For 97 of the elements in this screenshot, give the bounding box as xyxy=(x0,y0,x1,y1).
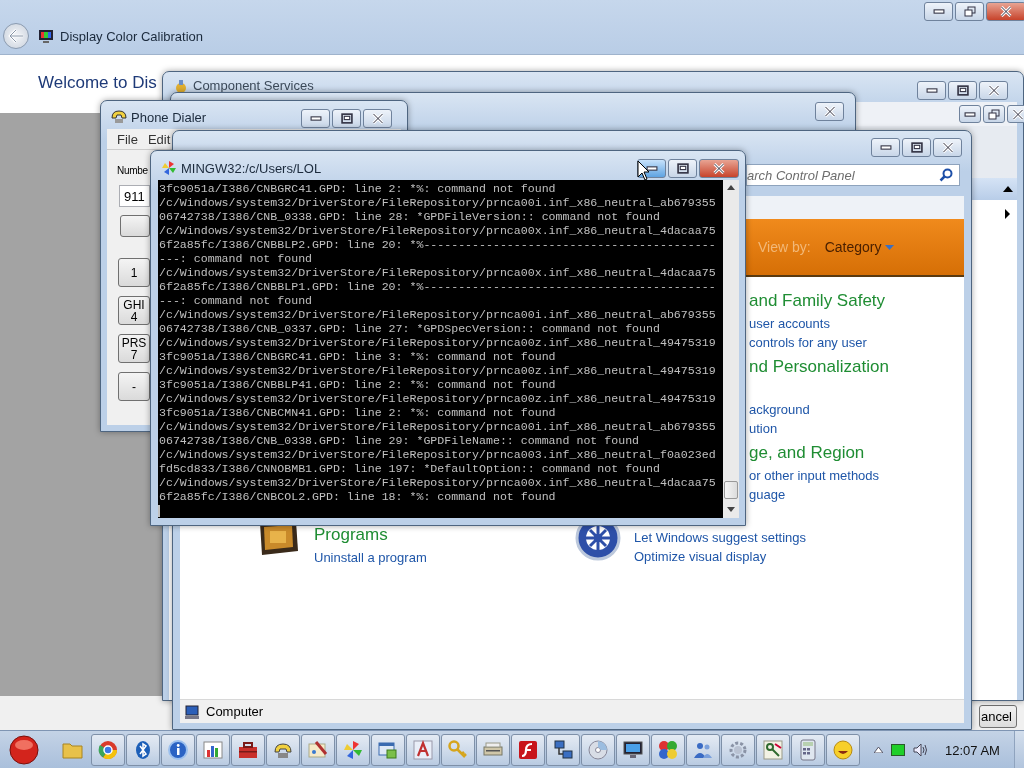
restore-icon xyxy=(963,6,976,17)
close-button[interactable] xyxy=(979,81,1008,100)
category-heading[interactable]: and Family Safety xyxy=(749,291,886,311)
close-icon xyxy=(941,142,954,153)
close-icon xyxy=(371,113,384,124)
info-icon xyxy=(166,738,190,762)
maximize-button[interactable] xyxy=(948,81,977,100)
keys-icon xyxy=(761,738,785,762)
view-by-label: View by: xyxy=(758,239,811,255)
phone-icon xyxy=(110,108,128,124)
menu-item[interactable]: File xyxy=(117,131,138,147)
minimize-icon xyxy=(645,163,658,174)
category-link[interactable]: Uninstall a program xyxy=(314,549,427,566)
clock[interactable]: 12:07 AM xyxy=(945,742,1000,758)
window-title: Phone Dialer xyxy=(131,110,207,125)
window-title: MINGW32:/c/Users/LOL xyxy=(181,161,322,176)
menu-item[interactable]: Edit xyxy=(147,131,171,147)
scrollbar[interactable] xyxy=(723,180,739,518)
window-title: Display Color Calibration xyxy=(60,29,204,44)
smiley-icon xyxy=(831,738,855,762)
restore-icon xyxy=(988,108,1000,120)
expand-icon[interactable] xyxy=(1004,208,1011,220)
taskbar-button[interactable] xyxy=(511,734,545,766)
monitor-icon xyxy=(38,29,54,44)
dial-key[interactable]: - xyxy=(118,372,150,401)
close-button[interactable] xyxy=(986,2,1024,21)
taskbar-button[interactable] xyxy=(126,734,160,766)
status-light-icon[interactable] xyxy=(891,744,905,756)
close-icon xyxy=(1000,6,1012,17)
close-icon xyxy=(987,85,1000,96)
volume-icon[interactable] xyxy=(913,743,929,757)
view-by-dropdown[interactable]: Category xyxy=(824,239,895,255)
category-link[interactable]: controls for any user xyxy=(749,334,886,351)
taskbar-button[interactable] xyxy=(616,734,650,766)
taskbar-button[interactable] xyxy=(756,734,790,766)
maximize-button[interactable] xyxy=(332,109,361,128)
close-button[interactable] xyxy=(363,109,392,128)
category-link[interactable]: ution xyxy=(749,420,889,437)
collapse-icon[interactable] xyxy=(1002,185,1014,193)
dial-key[interactable]: PRS 7 xyxy=(118,334,150,363)
category-link[interactable]: Optimize visual display xyxy=(634,548,806,565)
scroll-down-icon[interactable] xyxy=(727,507,735,512)
chart-icon xyxy=(201,738,225,762)
category-link[interactable]: guage xyxy=(749,486,880,503)
puzzle-icon xyxy=(656,738,680,762)
search-field[interactable]: arch Control Panel xyxy=(746,164,960,186)
category-heading[interactable]: Programs xyxy=(314,525,427,545)
taskbar-button[interactable] xyxy=(231,734,265,766)
maximize-button[interactable] xyxy=(902,138,931,157)
maximize-button[interactable] xyxy=(668,159,697,178)
number-label: Numbe xyxy=(117,165,148,176)
maximize-icon xyxy=(676,163,689,174)
network-icon xyxy=(551,738,575,762)
close-icon xyxy=(823,106,836,117)
category-link[interactable]: Let Windows suggest settings xyxy=(634,529,806,546)
dial-button[interactable] xyxy=(120,215,150,237)
search-icon[interactable] xyxy=(939,168,953,182)
scroll-up-icon[interactable] xyxy=(727,185,735,190)
status-text: Computer xyxy=(206,704,264,719)
browser-icon xyxy=(96,738,120,762)
category-link[interactable]: or other input methods xyxy=(749,467,880,484)
terminal-output: 3fc9051a/I386/CNBGRC41.GPD: line 2: *%: command not found /c/Windows/system32/DriverStore/FileRepository/prnca00i.inf_x86_neutral_ab679355 06742738/I386/CNB_0338.GPD: line 28: *GPDFileVersion:: command not found /c/Windows/system32/DriverStore/FileRepository/prnca00x.inf_x86_neutral_4dacaa75 6f2a85fc/I386/CNBBLP2.GPD: line 20: *%------------------------------------------ ---: command not found /c/Windows/system32/DriverStore/FileRepository/prnca00x.inf_x86_neutral_4dacaa75 6f2a85fc/I386/CNBBLP1.GPD: line 20: *%------------------------------------------ ---: command not found /c/Windows/system32/DriverStore/FileRepository/prnca00i.inf_x86_neutral_ab679355 06742738/I386/CNB_0337.GPD: line 27: *GPDSpecVersion:: command not found /c/Windows/system32/DriverStore/FileRepository/prnca00z.inf_x86_neutral_49475319 3fc9051a/I386/CNBGRC41.GPD: line 3: *%: command not found /c/Windows/system32/DriverStore/FileRepository/prnca00z.inf_x86_neutral_49475319 3fc9051a/I386/CNBBLP41.GPD: line 2: *%: command not found /c/Windows/system32/DriverStore/FileRepository/prnca00z.inf_x86_neutral_49475319 3fc9051a/I386/CNBCMN41.GPD: line 2: *%: command not found /c/Windows/system32/DriverStore/FileRepository/prnca00i.inf_x86_neutral_ab679355 06742738/I386/CNB_0338.GPD: line 29: *GPDFileName:: command not found /c/Windows/system32/DriverStore/FileRepository/prnca003.inf_x86_neutral_f0a023ed fd5cd833/I386/CNNOBMB1.GPD: line 197: *DefaultOption:: command not found /c/Windows/system32/DriverStore/FileRepository/prnca00x.inf_x86_neutral_4dacaa75 6f2a85fc/I386/CNBCOL2.GPD: line 18: *%: command not found xyxy=(158,181,717,504)
taskbar-button[interactable] xyxy=(546,734,580,766)
category-link[interactable]: ackground xyxy=(749,401,889,418)
restore-button[interactable] xyxy=(955,2,984,21)
caret-icon xyxy=(885,244,895,250)
orb-icon xyxy=(9,735,39,765)
components-icon xyxy=(173,79,189,95)
back-arrow-icon xyxy=(8,29,24,43)
category-link[interactable]: user accounts xyxy=(749,315,886,332)
close-icon xyxy=(713,163,725,174)
pinwheel-icon xyxy=(161,160,177,176)
tray-expand-icon[interactable] xyxy=(874,747,883,753)
cancel-button[interactable]: ancel xyxy=(979,705,1017,728)
number-field[interactable]: 911 xyxy=(119,185,150,207)
pinwheel-icon xyxy=(341,738,365,762)
restore-button[interactable] xyxy=(983,105,1005,123)
computer-icon xyxy=(184,703,200,720)
flash-icon xyxy=(516,738,540,762)
page-heading: Welcome to Dis xyxy=(38,73,157,93)
text-cursor xyxy=(158,505,160,517)
close-button[interactable] xyxy=(815,102,844,121)
scrollbar-thumb[interactable] xyxy=(724,481,738,499)
close-button[interactable] xyxy=(933,138,962,157)
maximize-icon xyxy=(910,142,923,153)
category-heading[interactable]: ge, and Region xyxy=(749,443,880,463)
category-heading[interactable]: nd Personalization xyxy=(749,357,889,377)
close-icon xyxy=(1012,108,1024,120)
disc-icon xyxy=(586,738,610,762)
close-button[interactable] xyxy=(1007,105,1024,123)
dial-key[interactable]: GHI 4 xyxy=(118,296,150,325)
close-button[interactable] xyxy=(699,159,739,178)
maximize-icon xyxy=(956,85,969,96)
maximize-icon xyxy=(340,113,353,124)
font-icon xyxy=(411,738,435,762)
dial-key[interactable]: 1 xyxy=(118,258,150,287)
window-title: Component Services xyxy=(193,78,314,93)
